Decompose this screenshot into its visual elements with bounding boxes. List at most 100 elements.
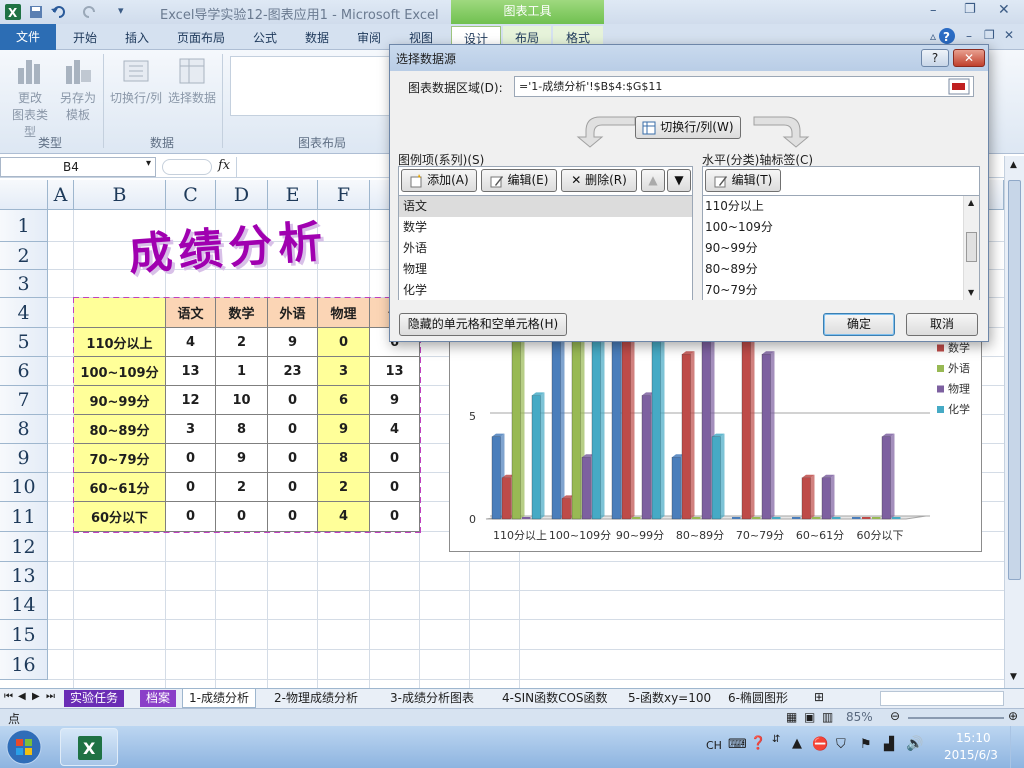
row-header[interactable]: 3 xyxy=(0,270,48,298)
ime-options-icon[interactable]: ⇵ xyxy=(772,734,780,745)
subject-header-cell[interactable]: 数学 xyxy=(216,298,268,328)
move-down-button[interactable]: ▼ xyxy=(667,169,691,192)
fx-icon[interactable]: fx xyxy=(218,158,230,173)
count-cell[interactable]: 3 xyxy=(166,415,216,444)
tab-data[interactable]: 数据 xyxy=(292,26,342,50)
count-cell[interactable]: 4 xyxy=(370,415,420,444)
count-cell[interactable]: 2 xyxy=(318,473,370,502)
select-all-corner[interactable] xyxy=(0,180,48,210)
zoom-slider[interactable] xyxy=(908,717,1004,719)
score-range-cell[interactable]: 60~61分 xyxy=(74,473,166,502)
row-header[interactable]: 5 xyxy=(0,328,48,357)
hidden-empty-cells-button[interactable]: 隐藏的单元格和空单元格(H) xyxy=(399,313,567,336)
count-cell[interactable]: 2 xyxy=(216,473,268,502)
next-sheet-icon[interactable]: ▶ xyxy=(32,691,40,702)
help-tray-icon[interactable]: ❓ xyxy=(750,736,766,751)
minimize-button[interactable]: – xyxy=(930,3,937,18)
security-tray-icon[interactable]: ⛔ xyxy=(812,737,828,752)
network-icon[interactable]: ▟ xyxy=(884,737,894,752)
row-header[interactable]: 11 xyxy=(0,502,48,532)
sheet-tab[interactable]: 2-物理成绩分析 xyxy=(268,690,364,707)
list-scroll-down-icon[interactable]: ▼ xyxy=(968,288,974,297)
antivirus-tray-icon[interactable]: ⛉ xyxy=(836,737,846,752)
action-center-icon[interactable]: ⚑ xyxy=(860,737,872,752)
row-header[interactable]: 14 xyxy=(0,591,48,620)
count-cell[interactable]: 0 xyxy=(370,473,420,502)
last-sheet-icon[interactable]: ⏭ xyxy=(46,691,55,702)
category-item[interactable]: 110分以上 xyxy=(705,196,764,217)
zoom-out-icon[interactable]: ⊖ xyxy=(890,709,900,723)
count-cell[interactable]: 0 xyxy=(166,473,216,502)
show-desktop-button[interactable] xyxy=(1010,726,1024,768)
sheet-tab[interactable]: 3-成绩分析图表 xyxy=(384,690,480,707)
switch-row-column-ribbon-button[interactable]: 切换行/列 xyxy=(106,56,166,134)
table-corner-cell[interactable] xyxy=(74,298,166,328)
sheet-tab-active[interactable]: 1-成绩分析 xyxy=(182,689,256,708)
count-cell[interactable]: 0 xyxy=(268,386,318,415)
subject-header-cell[interactable]: 外语 xyxy=(268,298,318,328)
doc-restore-button[interactable]: ❐ xyxy=(984,28,995,42)
count-cell[interactable]: 3 xyxy=(318,357,370,386)
count-cell[interactable]: 0 xyxy=(318,328,370,357)
score-range-cell[interactable]: 90~99分 xyxy=(74,386,166,415)
formula-bar-grip[interactable] xyxy=(162,159,212,175)
name-box-dropdown-icon[interactable]: ▾ xyxy=(146,158,151,169)
subject-header-cell[interactable]: 物理 xyxy=(318,298,370,328)
excel-icon[interactable]: X xyxy=(4,3,22,21)
add-series-button[interactable]: 添加(A) xyxy=(401,169,477,192)
input-language[interactable]: CH xyxy=(706,739,722,752)
series-item-shuxue[interactable]: 数学 xyxy=(401,217,427,238)
count-cell[interactable]: 10 xyxy=(216,386,268,415)
doc-minimize-button[interactable]: – xyxy=(966,29,972,43)
count-cell[interactable]: 9 xyxy=(268,328,318,357)
series-item-wuli[interactable]: 物理 xyxy=(401,259,427,280)
category-list[interactable]: 110分以上 100~109分 90~99分 80~89分 70~79分 ▲ ▼ xyxy=(703,195,979,300)
title-wordart[interactable]: 成绩分析 xyxy=(126,205,330,283)
score-range-cell[interactable]: 110分以上 xyxy=(74,328,166,357)
delete-series-button[interactable]: ✕ 删除(R) xyxy=(561,169,637,192)
count-cell[interactable]: 0 xyxy=(268,502,318,532)
tab-file[interactable]: 文件 xyxy=(0,24,56,50)
sheet-tab-task[interactable]: 实验任务 xyxy=(64,690,125,707)
move-up-button[interactable]: ▲ xyxy=(641,169,665,192)
count-cell[interactable]: 8 xyxy=(318,444,370,473)
doc-close-button[interactable]: ✕ xyxy=(1004,28,1014,42)
range-collapse-icon[interactable] xyxy=(948,78,970,95)
count-cell[interactable]: 8 xyxy=(216,415,268,444)
column-header-b[interactable]: B xyxy=(74,180,166,210)
row-header[interactable]: 13 xyxy=(0,562,48,591)
series-item-waiyu[interactable]: 外语 xyxy=(401,238,427,259)
count-cell[interactable]: 9 xyxy=(216,444,268,473)
tab-review[interactable]: 审阅 xyxy=(344,26,394,50)
column-header-a[interactable]: A xyxy=(48,180,74,210)
sheet-tab[interactable]: 5-函数xy=100 xyxy=(622,690,717,707)
category-item[interactable]: 70~79分 xyxy=(705,280,758,300)
series-item-huaxue[interactable]: 化学 xyxy=(401,280,427,300)
sheet-tab[interactable]: 4-SIN函数COS函数 xyxy=(496,690,614,707)
cancel-button[interactable]: 取消 xyxy=(906,313,978,336)
category-list-scrollbar[interactable]: ▲ ▼ xyxy=(963,196,979,300)
page-break-view-icon[interactable]: ▥ xyxy=(822,710,833,724)
clock-date[interactable]: 2015/6/3 xyxy=(944,748,998,762)
ribbon-collapse-icon[interactable]: ▵ xyxy=(930,29,936,43)
count-cell[interactable]: 9 xyxy=(318,415,370,444)
count-cell[interactable]: 0 xyxy=(268,444,318,473)
count-cell[interactable]: 0 xyxy=(166,444,216,473)
horizontal-scrollbar[interactable] xyxy=(880,691,1004,706)
switch-row-column-button[interactable]: 切换行/列(W) xyxy=(635,116,741,139)
ok-button[interactable]: 确定 xyxy=(823,313,895,336)
first-sheet-icon[interactable]: ⏮ xyxy=(4,691,13,702)
tab-page-layout[interactable]: 页面布局 xyxy=(168,26,234,50)
dialog-close-button[interactable]: ✕ xyxy=(953,49,985,67)
count-cell[interactable]: 12 xyxy=(166,386,216,415)
dialog-help-button[interactable]: ? xyxy=(921,49,949,67)
page-layout-view-icon[interactable]: ▣ xyxy=(804,710,815,724)
count-cell[interactable]: 1 xyxy=(216,357,268,386)
save-icon[interactable] xyxy=(28,4,44,20)
count-cell[interactable]: 13 xyxy=(370,357,420,386)
column-header-d[interactable]: D xyxy=(216,180,268,210)
row-header[interactable]: 1 xyxy=(0,210,48,242)
row-header[interactable]: 12 xyxy=(0,532,48,562)
help-icon[interactable]: ? xyxy=(938,27,956,45)
series-item-yuwen[interactable]: 语文 xyxy=(399,196,692,217)
